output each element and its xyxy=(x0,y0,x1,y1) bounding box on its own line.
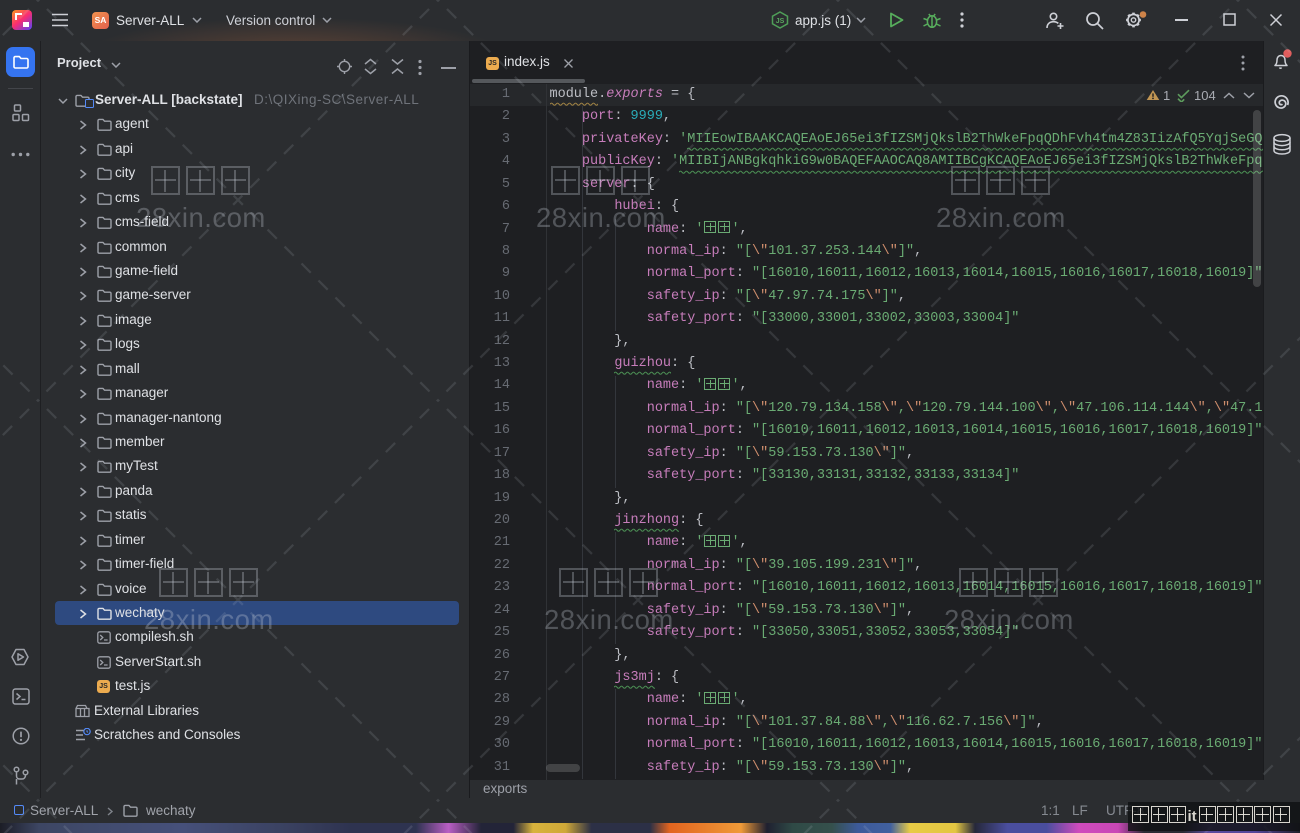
svg-text:JS: JS xyxy=(776,18,785,25)
